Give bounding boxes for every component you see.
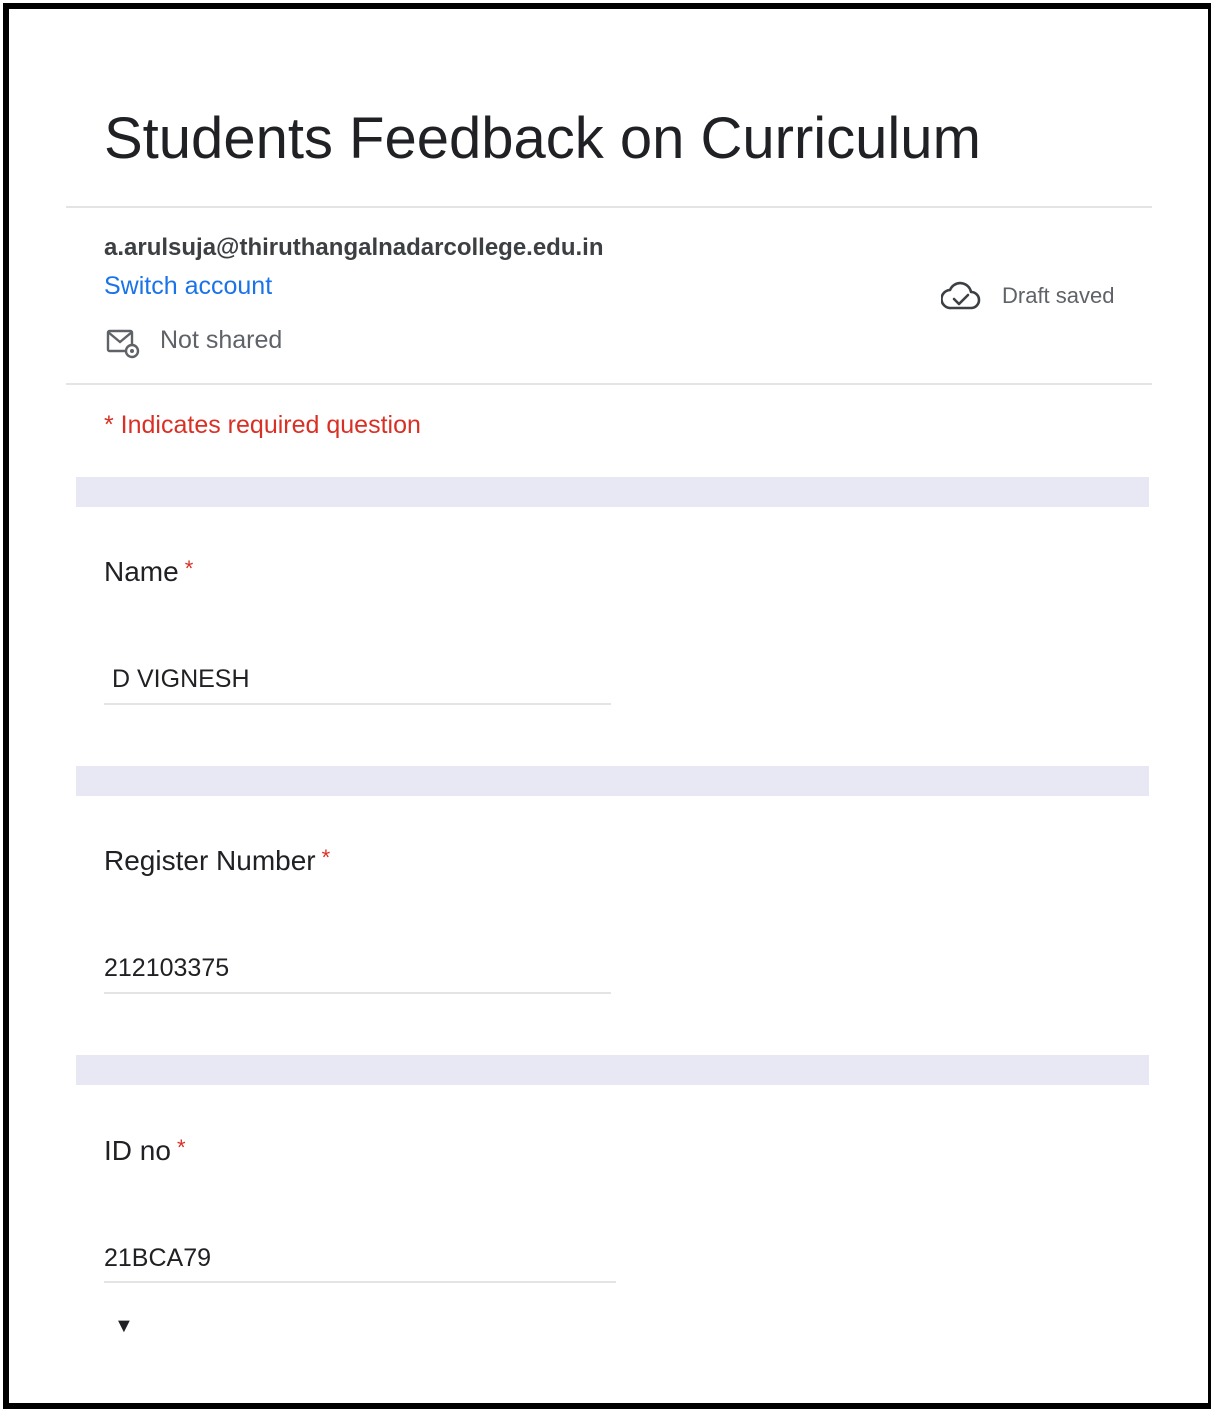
required-asterisk: *	[176, 1135, 186, 1160]
triangle-down-icon[interactable]: ▼	[114, 1315, 134, 1338]
switch-account-link[interactable]: Switch account	[104, 272, 272, 301]
question-label-register-number: Register Number *	[104, 845, 330, 877]
name-input-underline	[104, 703, 611, 705]
register-number-input[interactable]: 212103375	[104, 954, 611, 983]
question-card-top-band	[76, 766, 1149, 796]
title-divider	[66, 206, 1152, 208]
form-title: Students Feedback on Curriculum	[104, 106, 981, 171]
screenshot-frame	[3, 3, 1211, 1409]
question-title: ID no	[104, 1135, 171, 1166]
name-input[interactable]: D VIGNESH	[112, 665, 619, 694]
question-label-id-no: ID no *	[104, 1135, 186, 1167]
draft-saved-status: Draft saved	[1002, 283, 1115, 308]
question-title: Name	[104, 556, 179, 587]
required-asterisk: *	[321, 845, 331, 870]
required-asterisk: *	[184, 556, 194, 581]
required-question-note: * Indicates required question	[104, 411, 421, 439]
mail-settings-icon	[106, 329, 140, 359]
register-number-input-underline	[104, 992, 611, 994]
question-title: Register Number	[104, 845, 316, 876]
id-no-input[interactable]: 21BCA79	[104, 1244, 611, 1273]
account-divider	[66, 383, 1152, 385]
account-email: a.arulsuja@thiruthangalnadarcollege.edu.…	[104, 234, 604, 261]
question-label-name: Name *	[104, 556, 193, 588]
question-card-top-band	[76, 477, 1149, 507]
not-shared-label: Not shared	[160, 326, 283, 354]
cloud-done-icon	[941, 281, 981, 310]
id-no-input-underline	[104, 1281, 616, 1283]
question-card-top-band	[76, 1055, 1149, 1085]
